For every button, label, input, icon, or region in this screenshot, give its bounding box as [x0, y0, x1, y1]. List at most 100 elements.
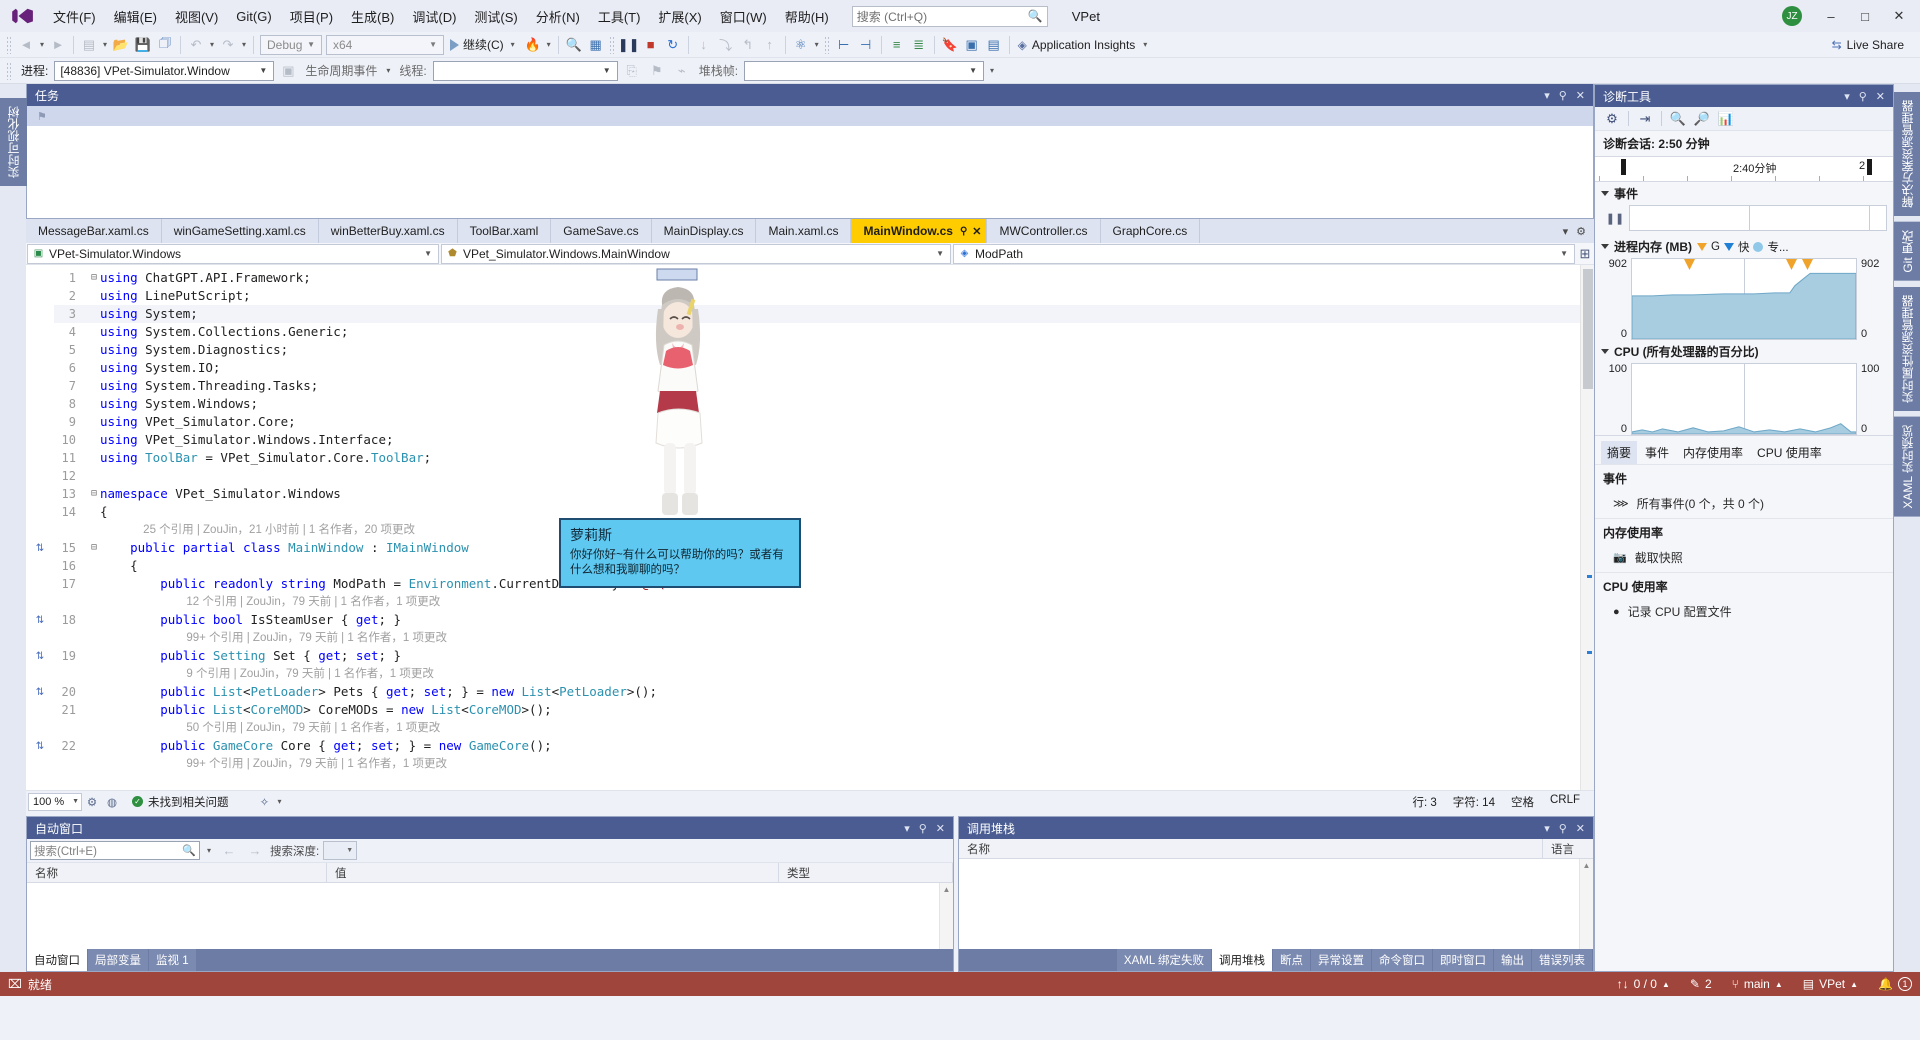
zoom-in-icon[interactable]: 🔍 — [1667, 109, 1689, 129]
menu-analyze[interactable]: 分析(N) — [527, 2, 589, 31]
menu-tools[interactable]: 工具(T) — [589, 2, 650, 31]
bottom-tab[interactable]: 命令窗口 — [1372, 949, 1432, 971]
navbar-type-select[interactable]: ⬟ VPet_Simulator.Windows.MainWindow ▼ — [441, 244, 951, 264]
close-icon[interactable]: ✕ — [972, 225, 981, 238]
lifecycle-events-icon[interactable]: ▣ — [277, 60, 299, 82]
codelens-row[interactable]: 99+ 个引用 | ZouJin，79 天前 | 1 名作者，1 项更改 — [54, 629, 1580, 647]
fold-toggle-icon[interactable]: ⊟ — [88, 539, 100, 557]
hot-reload-chevron-icon[interactable]: ▾ — [544, 40, 554, 49]
document-tab[interactable]: MainDisplay.cs — [652, 219, 757, 243]
notifications-button[interactable]: 🔔 1 — [1878, 977, 1912, 991]
document-tab[interactable]: GraphCore.cs — [1101, 219, 1201, 243]
bottom-tab[interactable]: 监视 1 — [149, 949, 196, 971]
rail-tab-live-property-explorer[interactable]: 实时属性资源管理器 — [1894, 287, 1920, 411]
rail-tab-git-changes[interactable]: Git 更改 — [1894, 222, 1920, 281]
build-configuration-select[interactable]: Debug ▼ — [260, 35, 322, 55]
outdent-icon[interactable]: ≣ — [908, 34, 930, 56]
diagnostics-cpu-section[interactable]: CPU (所有处理器的百分比) — [1595, 340, 1893, 363]
scroll-up-icon[interactable]: ▲ — [1583, 859, 1591, 872]
bottom-tab[interactable]: 错误列表 — [1532, 949, 1592, 971]
search-next-icon[interactable]: → — [244, 840, 266, 862]
close-icon[interactable]: ✕ — [1576, 89, 1585, 102]
git-sync-status[interactable]: ↑↓ 0 / 0 ▲ — [1617, 977, 1670, 991]
pin-icon[interactable]: ⚲ — [1859, 90, 1867, 103]
codelens-row[interactable]: 50 个引用 | ZouJin，79 天前 | 1 名作者，1 项更改 — [54, 719, 1580, 737]
diagnostics-timeline-ruler[interactable]: 2:40分钟 2 — [1595, 156, 1893, 182]
diagnostics-events-section[interactable]: 事件 — [1595, 182, 1893, 205]
quick-search-input[interactable]: 搜索 (Ctrl+Q) 🔍 — [852, 6, 1048, 27]
chart-icon[interactable]: 📊 — [1715, 109, 1737, 129]
document-tab[interactable]: winGameSetting.xaml.cs — [162, 219, 319, 243]
pending-changes-status[interactable]: ✎ 2 — [1690, 977, 1712, 991]
fold-toggle-icon[interactable]: ⊟ — [88, 485, 100, 503]
diagnostics-section-action[interactable]: 📷截取快照 — [1595, 546, 1893, 572]
callstack-col-name[interactable]: 名称 — [959, 839, 1543, 858]
rail-tab-xaml-live-preview[interactable]: XAML 实时预览 — [1894, 417, 1920, 517]
analyzer-icon[interactable]: ⚙ — [82, 795, 102, 809]
step-over-icon[interactable]: ⤵ — [715, 34, 737, 56]
diagnostics-summary-tab[interactable]: 事件 — [1639, 441, 1675, 464]
scrollbar-thumb[interactable] — [1583, 269, 1593, 389]
platform-select[interactable]: x64 ▼ — [326, 35, 444, 55]
maximize-button[interactable]: □ — [1850, 3, 1880, 29]
rail-tab-live-visual-tree[interactable]: 实时可视化树 — [0, 98, 27, 186]
layout-select-icon[interactable]: ▦ — [585, 34, 607, 56]
diagnostics-summary-tab[interactable]: 内存使用率 — [1677, 441, 1749, 464]
chevron-down-icon[interactable]: ▾ — [204, 846, 214, 855]
menu-git[interactable]: Git(G) — [227, 4, 280, 29]
close-icon[interactable]: ✕ — [1576, 822, 1585, 835]
pause-icon[interactable]: ❚❚ — [618, 34, 640, 56]
codelens-row[interactable]: 99+ 个引用 | ZouJin，79 天前 | 1 名作者，1 项更改 — [54, 755, 1580, 773]
document-tab[interactable]: Main.xaml.cs — [756, 219, 851, 243]
rail-tab-solution-explorer[interactable]: 解决方案资源管理器 — [1894, 92, 1920, 216]
stackframe-select[interactable]: ▼ — [744, 61, 984, 81]
bookmark-icon[interactable]: 🔖 — [939, 34, 961, 56]
copy-stack-icon[interactable]: ⎘ — [621, 60, 643, 82]
bottom-tab[interactable]: 输出 — [1494, 949, 1531, 971]
chevron-down-icon[interactable]: ▾ — [904, 822, 910, 835]
reference-glyph-icon[interactable]: ⇅ — [26, 539, 54, 557]
export-icon[interactable]: ⇥ — [1634, 109, 1656, 129]
thread-chevron-icon[interactable]: ▾ — [812, 40, 822, 49]
reference-glyph-icon[interactable]: ⇅ — [26, 611, 54, 629]
memory-graph[interactable] — [1631, 258, 1857, 340]
minimize-button[interactable]: – — [1816, 3, 1846, 29]
reference-glyph-icon[interactable]: ⇅ — [26, 683, 54, 701]
bottom-tab[interactable]: 局部变量 — [88, 949, 148, 971]
close-icon[interactable]: ✕ — [1876, 90, 1885, 103]
close-icon[interactable]: ✕ — [936, 822, 945, 835]
indent-icon[interactable]: ≡ — [886, 34, 908, 56]
autos-scrollbar[interactable]: ▲ — [939, 883, 953, 949]
code-editor[interactable]: ⇅⇅⇅⇅⇅ 1⊟using ChatGPT.API.Framework;2usi… — [26, 265, 1594, 790]
callstack-scrollbar[interactable]: ▲ — [1579, 859, 1593, 949]
pin-icon[interactable]: ⚲ — [960, 226, 967, 237]
autos-grid-body[interactable]: ▲ — [27, 883, 953, 949]
gear-icon[interactable]: ⚙ — [1576, 225, 1586, 238]
bottom-tab[interactable]: 即时窗口 — [1433, 949, 1493, 971]
pin-icon[interactable]: ⚲ — [1559, 89, 1567, 102]
attach-process-icon[interactable]: 🔍 — [563, 34, 585, 56]
document-tab[interactable]: winBetterBuy.xaml.cs — [319, 219, 458, 243]
continue-button[interactable]: 继续(C) ▾ — [446, 36, 522, 53]
hot-reload-icon[interactable]: 🔥 — [522, 34, 544, 56]
intellicode-icon[interactable]: ✧ — [255, 795, 275, 809]
save-icon[interactable]: 💾 — [132, 34, 154, 56]
gear-icon[interactable]: ⚙ — [1601, 109, 1623, 129]
bottom-tab[interactable]: XAML 绑定失败 — [1117, 949, 1211, 971]
diagnostics-summary-tab[interactable]: CPU 使用率 — [1751, 441, 1828, 464]
bottom-tab[interactable]: 自动窗口 — [27, 949, 87, 971]
codelens-row[interactable]: 12 个引用 | ZouJin，79 天前 | 1 名作者，1 项更改 — [54, 593, 1580, 611]
step-up-icon[interactable]: ↑ — [759, 34, 781, 56]
autos-col-type[interactable]: 类型 — [779, 863, 953, 882]
bookmark-next-icon[interactable]: ⊣ — [855, 34, 877, 56]
navbar-member-select[interactable]: ◈ ModPath ▼ — [953, 244, 1575, 264]
menu-edit[interactable]: 编辑(E) — [105, 2, 166, 31]
autos-col-name[interactable]: 名称 — [27, 863, 327, 882]
menu-file[interactable]: 文件(F) — [44, 2, 105, 31]
callstack-col-language[interactable]: 语言 — [1543, 839, 1593, 858]
redo-icon[interactable]: ↷ — [217, 34, 239, 56]
editor-code-area[interactable]: 1⊟using ChatGPT.API.Framework;2using Lin… — [54, 265, 1580, 790]
document-tab[interactable]: GameSave.cs — [551, 219, 651, 243]
thread-marker-icon[interactable]: ⚛ — [790, 34, 812, 56]
chevron-down-icon[interactable]: ▾ — [1544, 822, 1550, 835]
